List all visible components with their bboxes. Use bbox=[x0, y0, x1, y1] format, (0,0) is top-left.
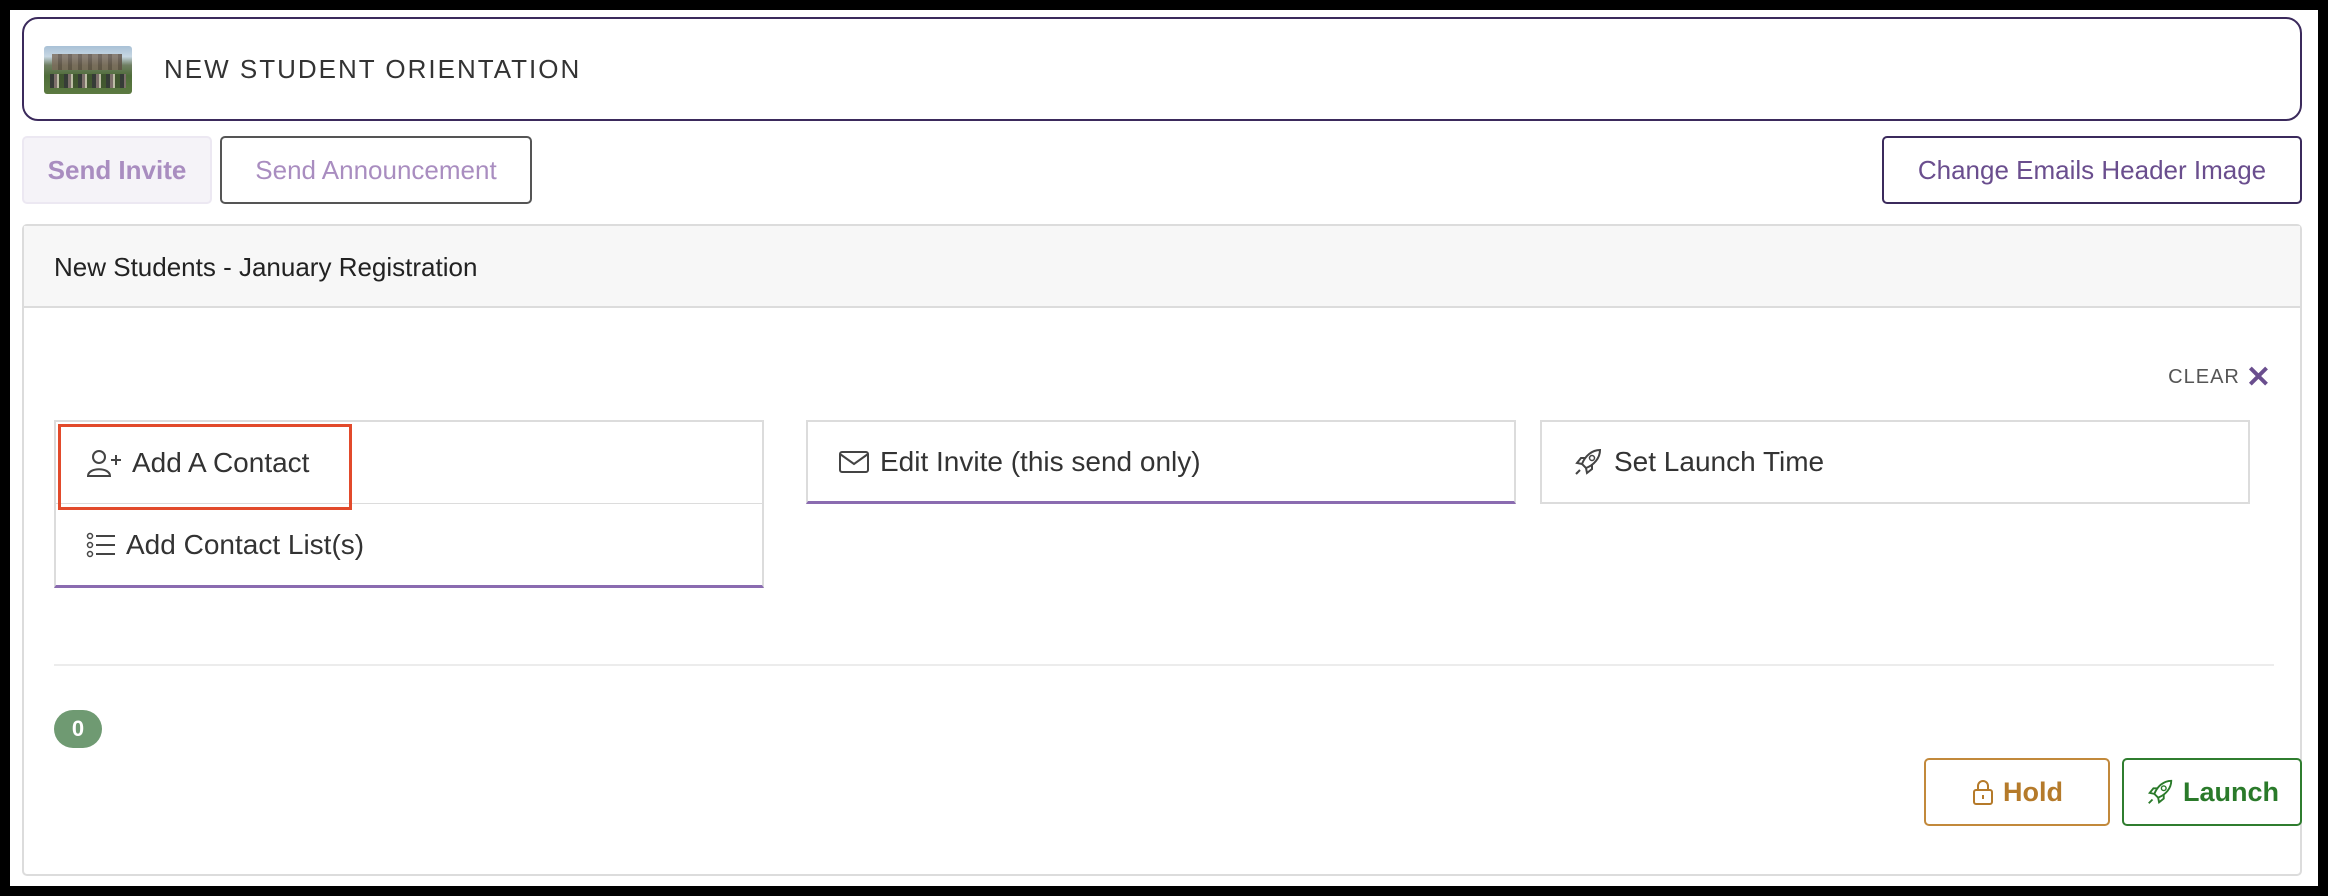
launch-label: Launch bbox=[2182, 776, 2279, 807]
envelope-icon bbox=[839, 450, 869, 473]
page-title: NEW STUDENT ORIENTATION bbox=[164, 54, 582, 84]
set-launch-time-card[interactable]: Set Launch Time bbox=[1540, 420, 2250, 504]
add-contact-card[interactable]: Add A Contact bbox=[54, 420, 764, 504]
rocket-icon bbox=[2147, 779, 2173, 805]
panel-header: New Students - January Registration bbox=[24, 226, 2300, 308]
change-emails-header-image-button[interactable]: Change Emails Header Image bbox=[1882, 136, 2302, 204]
invite-panel: New Students - January Registration CLEA… bbox=[22, 224, 2302, 876]
divider bbox=[54, 664, 2274, 666]
launch-button[interactable]: Launch bbox=[2122, 758, 2302, 826]
set-launch-time-label: Set Launch Time bbox=[1614, 446, 1825, 477]
send-invite-button[interactable]: Send Invite bbox=[22, 136, 212, 204]
add-contact-list-card[interactable]: Add Contact List(s) bbox=[54, 504, 764, 588]
rocket-icon bbox=[1575, 448, 1602, 475]
page: NEW STUDENT ORIENTATION Send Invite Send… bbox=[10, 10, 2318, 886]
lock-icon bbox=[1973, 780, 1993, 805]
edit-invite-label: Edit Invite (this send only) bbox=[880, 445, 1201, 477]
user-plus-icon bbox=[86, 449, 121, 477]
hold-button[interactable]: Hold bbox=[1924, 758, 2110, 826]
panel-title: New Students - January Registration bbox=[54, 252, 478, 282]
send-announcement-button[interactable]: Send Announcement bbox=[220, 136, 532, 204]
add-contact-list-label: Add Contact List(s) bbox=[126, 528, 365, 560]
add-contact-label: Add A Contact bbox=[132, 446, 310, 478]
page-header: NEW STUDENT ORIENTATION bbox=[22, 17, 2302, 121]
header-thumbnail-image bbox=[44, 46, 132, 94]
list-icon bbox=[86, 532, 115, 557]
hold-label: Hold bbox=[2003, 776, 2063, 807]
edit-invite-card[interactable]: Edit Invite (this send only) bbox=[806, 420, 1516, 504]
contact-count-badge: 0 bbox=[54, 710, 102, 748]
clear-button[interactable]: CLEAR ✕ bbox=[2168, 360, 2272, 394]
clear-label: CLEAR bbox=[2168, 366, 2240, 388]
close-icon: ✕ bbox=[2245, 360, 2272, 394]
